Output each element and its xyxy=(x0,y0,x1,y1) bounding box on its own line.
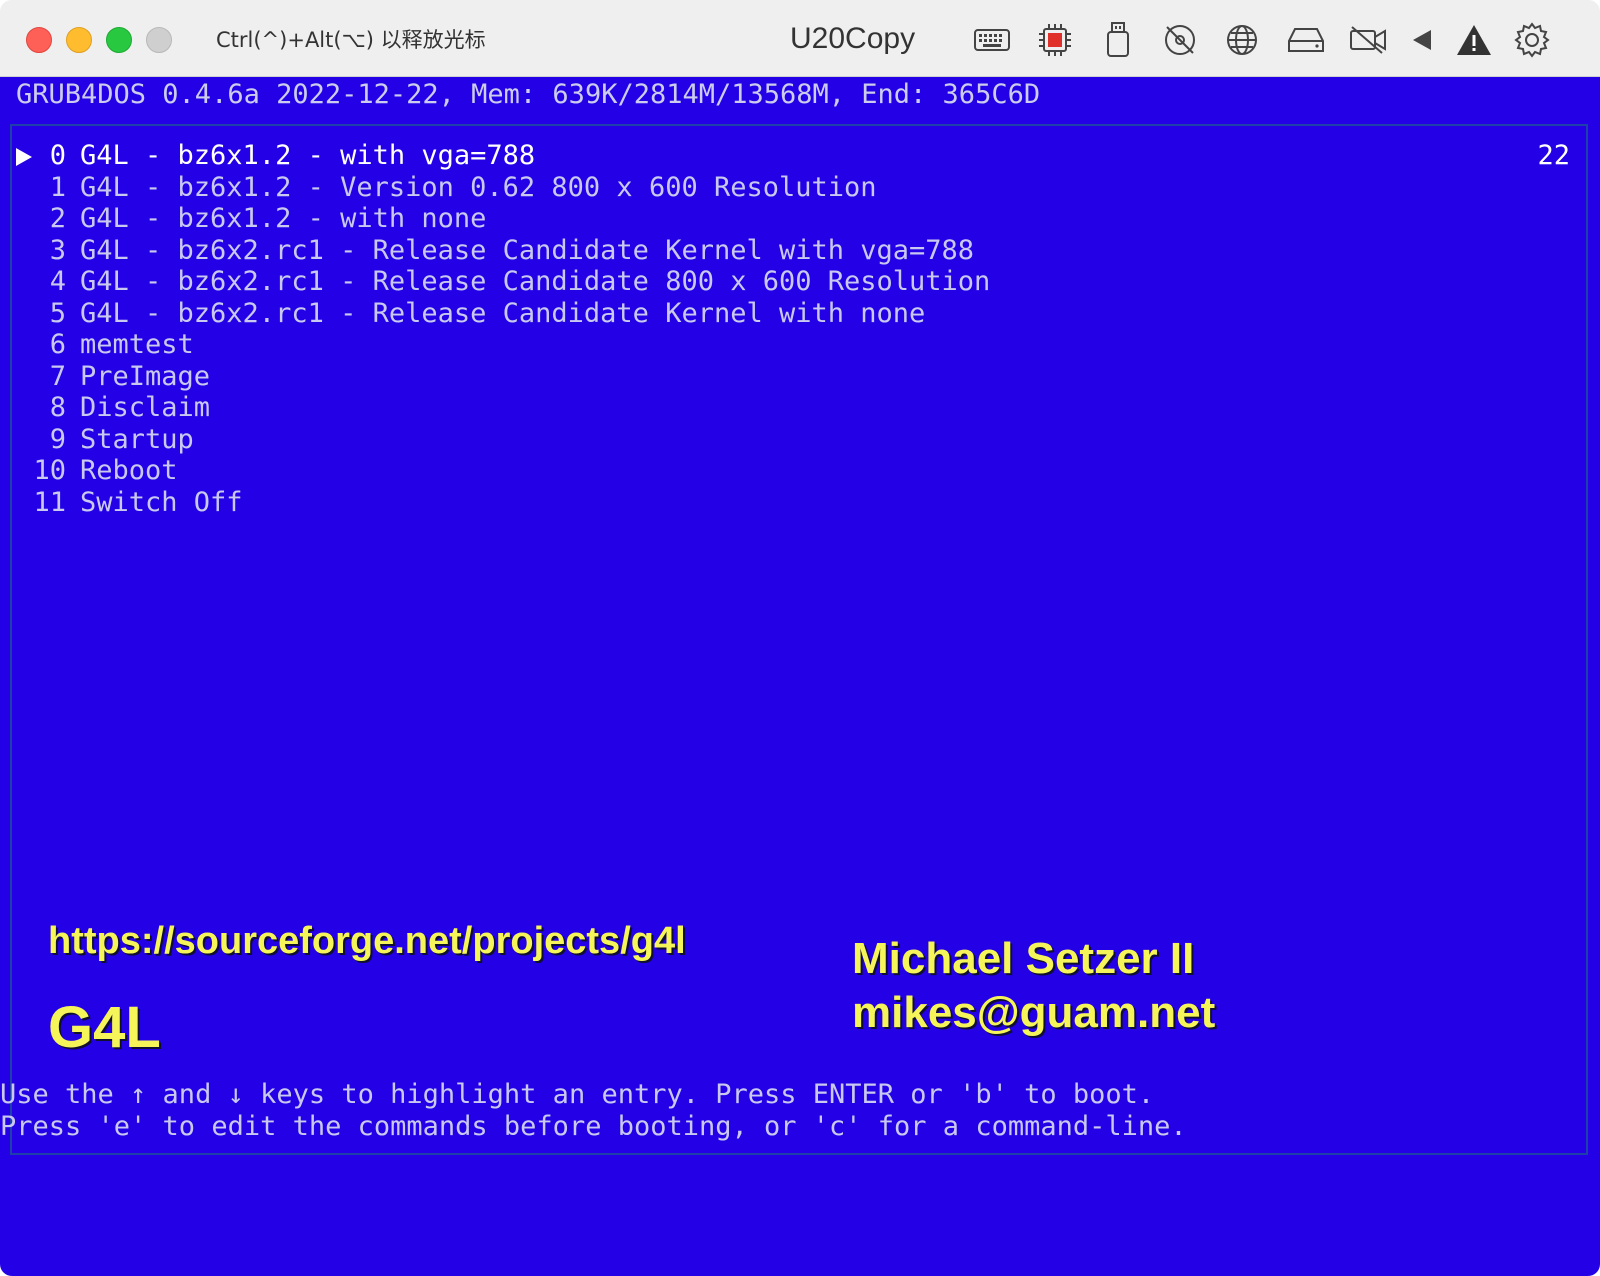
entry-label: Reboot xyxy=(80,455,178,486)
entry-label: Disclaim xyxy=(80,392,211,423)
boot-entry-6[interactable]: 6 memtest xyxy=(12,329,194,361)
close-button[interactable] xyxy=(26,27,52,53)
entry-label: Startup xyxy=(80,424,194,455)
boot-entry-2[interactable]: 2 G4L - bz6x1.2 - with none xyxy=(12,203,487,235)
boot-entry-9[interactable]: 9 Startup xyxy=(12,424,194,456)
title-bar: Ctrl(^)+Alt(⌥) 以释放光标 U20Copy xyxy=(0,0,1600,77)
extra-window-button[interactable] xyxy=(146,27,172,53)
entry-number: 6 xyxy=(49,329,66,360)
release-cursor-hint: Ctrl(^)+Alt(⌥) 以释放光标 xyxy=(216,28,486,52)
splash-url: https://sourceforge.net/projects/g4l xyxy=(48,920,686,962)
entry-label: G4L - bz6x1.2 - with vga=788 xyxy=(80,140,536,171)
entry-label: G4L - bz6x2.rc1 - Release Candidate 800 … xyxy=(80,266,991,297)
boot-entry-7[interactable]: 7 PreImage xyxy=(12,361,210,393)
entry-label: PreImage xyxy=(80,361,211,392)
entry-number: 11 xyxy=(33,487,66,518)
entry-number: 5 xyxy=(49,298,66,329)
entry-label: G4L - bz6x1.2 - with none xyxy=(80,203,487,234)
boot-entry-8[interactable]: 8 Disclaim xyxy=(12,392,210,424)
entry-number: 2 xyxy=(49,203,66,234)
splash-email: mikes@guam.net xyxy=(852,988,1216,1037)
zoom-button[interactable] xyxy=(106,27,132,53)
boot-entry-11[interactable]: 11 Switch Off xyxy=(12,487,243,519)
entry-number: 10 xyxy=(33,455,66,486)
cpu-icon[interactable] xyxy=(1035,20,1075,60)
entry-number: 4 xyxy=(49,266,66,297)
settings-icon[interactable] xyxy=(1512,20,1552,60)
warning-icon[interactable] xyxy=(1454,20,1494,60)
camera-disabled-icon[interactable] xyxy=(1348,20,1388,60)
entry-number: 9 xyxy=(49,424,66,455)
entry-label: Switch Off xyxy=(80,487,243,518)
vm-window: Ctrl(^)+Alt(⌥) 以释放光标 U20Copy GRUB4DOS 0.… xyxy=(0,0,1600,1276)
boot-entry-5[interactable]: 5 G4L - bz6x2.rc1 - Release Candidate Ker… xyxy=(12,298,926,330)
entry-number: 8 xyxy=(49,392,66,423)
boot-entry-10[interactable]: 10 Reboot xyxy=(12,455,178,487)
entry-label: G4L - bz6x1.2 - Version 0.62 800 x 600 R… xyxy=(80,172,877,203)
boot-entry-4[interactable]: 4 G4L - bz6x2.rc1 - Release Candidate 800… xyxy=(12,266,991,298)
help-line-1: Use the ↑ and ↓ keys to highlight an ent… xyxy=(0,1079,1155,1110)
entry-number: 0 xyxy=(49,140,66,171)
boot-menu: 22 0 G4L - bz6x1.2 - with vga=788 1 G4L - … xyxy=(10,124,1588,1155)
grub-version-header: GRUB4DOS 0.4.6a 2022-12-22, Mem: 639K/28… xyxy=(16,79,1041,110)
audio-icon[interactable] xyxy=(1402,20,1442,60)
usb-icon[interactable] xyxy=(1098,20,1138,60)
cd-disabled-icon[interactable] xyxy=(1160,20,1200,60)
splash-author: Michael Setzer II xyxy=(852,934,1195,983)
entry-number: 7 xyxy=(49,361,66,392)
entry-label: G4L - bz6x2.rc1 - Release Candidate Kern… xyxy=(80,298,926,329)
network-icon[interactable] xyxy=(1222,20,1262,60)
boot-entry-1[interactable]: 1 G4L - bz6x1.2 - Version 0.62 800 x 600 … xyxy=(12,172,877,204)
splash-product: G4L xyxy=(48,995,161,1060)
entry-label: memtest xyxy=(80,329,194,360)
boot-entry-0[interactable]: 0 G4L - bz6x1.2 - with vga=788 xyxy=(12,140,535,172)
entry-label: G4L - bz6x2.rc1 - Release Candidate Kern… xyxy=(80,235,975,266)
keyboard-icon[interactable] xyxy=(972,20,1012,60)
vm-screen[interactable]: GRUB4DOS 0.4.6a 2022-12-22, Mem: 639K/28… xyxy=(0,77,1600,1276)
entry-number: 1 xyxy=(49,172,66,203)
entry-number: 3 xyxy=(49,235,66,266)
minimize-button[interactable] xyxy=(66,27,92,53)
countdown-timer: 22 xyxy=(1537,140,1570,171)
help-line-2: Press 'e' to edit the commands before bo… xyxy=(0,1111,1187,1142)
boot-entry-3[interactable]: 3 G4L - bz6x2.rc1 - Release Candidate Ker… xyxy=(12,235,974,267)
vm-title: U20Copy xyxy=(790,22,916,55)
hard-disk-icon[interactable] xyxy=(1286,20,1326,60)
